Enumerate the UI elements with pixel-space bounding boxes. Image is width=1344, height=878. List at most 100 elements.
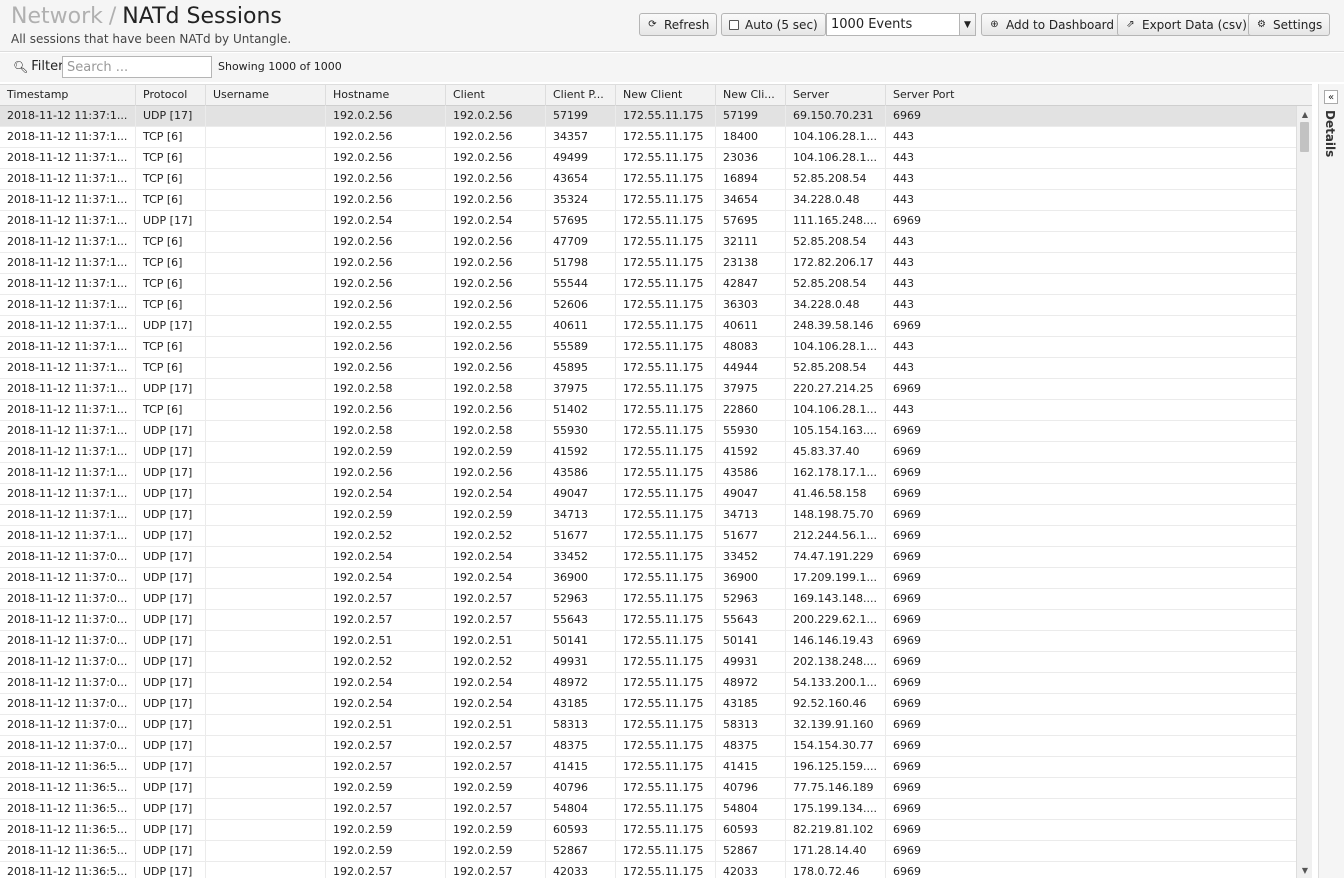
table-row[interactable]: 2018-11-12 11:37:1... UDP [17] 192.0.2.55 1… <box>0 316 1312 337</box>
cell-client: 192.0.2.56 <box>446 253 546 273</box>
cell-timestamp: 2018-11-12 11:37:1... <box>0 232 136 252</box>
refresh-button[interactable]: ⟳ Refresh <box>639 13 718 36</box>
cell-new-client-port: 36900 <box>716 568 786 588</box>
table-row[interactable]: 2018-11-12 11:37:1... UDP [17] 192.0.2.54 1… <box>0 211 1312 232</box>
table-row[interactable]: 2018-11-12 11:37:1... TCP [6] 192.0.2.56 19… <box>0 190 1312 211</box>
table-row[interactable]: 2018-11-12 11:37:1... TCP [6] 192.0.2.56 19… <box>0 295 1312 316</box>
cell-server: 248.39.58.146 <box>786 316 886 336</box>
column-header-client[interactable]: Client <box>446 85 546 106</box>
search-input[interactable] <box>62 56 212 78</box>
table-row[interactable]: 2018-11-12 11:37:1... TCP [6] 192.0.2.56 19… <box>0 232 1312 253</box>
table-row[interactable]: 2018-11-12 11:37:0... UDP [17] 192.0.2.54 1… <box>0 673 1312 694</box>
vertical-scrollbar[interactable]: ▲ ▼ <box>1296 106 1312 878</box>
table-row[interactable]: 2018-11-12 11:37:1... TCP [6] 192.0.2.56 19… <box>0 337 1312 358</box>
table-row[interactable]: 2018-11-12 11:37:1... UDP [17] 192.0.2.56 1… <box>0 463 1312 484</box>
cell-new-client: 172.55.11.175 <box>616 169 716 189</box>
cell-server-port: 6969 <box>893 382 921 395</box>
cell-protocol: TCP [6] <box>136 148 206 168</box>
table-row[interactable]: 2018-11-12 11:37:0... UDP [17] 192.0.2.54 1… <box>0 568 1312 589</box>
column-header-client-port[interactable]: Client P... <box>546 85 616 106</box>
cell-protocol: UDP [17] <box>136 694 206 714</box>
cell-protocol: UDP [17] <box>136 463 206 483</box>
table-row[interactable]: 2018-11-12 11:37:0... UDP [17] 192.0.2.51 1… <box>0 631 1312 652</box>
table-row[interactable]: 2018-11-12 11:37:0... UDP [17] 192.0.2.57 1… <box>0 610 1312 631</box>
table-row[interactable]: 2018-11-12 11:37:0... UDP [17] 192.0.2.54 1… <box>0 694 1312 715</box>
column-header-timestamp[interactable]: Timestamp <box>0 85 136 106</box>
cell-protocol: UDP [17] <box>136 841 206 861</box>
cell-new-client: 172.55.11.175 <box>616 442 716 462</box>
cell-new-client: 172.55.11.175 <box>616 232 716 252</box>
table-row[interactable]: 2018-11-12 11:37:1... TCP [6] 192.0.2.56 19… <box>0 400 1312 421</box>
cell-username <box>206 757 326 777</box>
auto-refresh-checkbox[interactable] <box>729 19 739 30</box>
details-panel[interactable]: « Details <box>1318 84 1344 878</box>
cell-hostname: 192.0.2.56 <box>326 463 446 483</box>
scrollbar-thumb[interactable] <box>1300 122 1309 152</box>
add-to-dashboard-button[interactable]: ⊕ Add to Dashboard <box>981 13 1123 36</box>
table-row[interactable]: 2018-11-12 11:36:5... UDP [17] 192.0.2.59 1… <box>0 778 1312 799</box>
column-header-server[interactable]: Server <box>786 85 886 106</box>
table-row[interactable]: 2018-11-12 11:37:1... TCP [6] 192.0.2.56 19… <box>0 148 1312 169</box>
table-row[interactable]: 2018-11-12 11:37:1... TCP [6] 192.0.2.56 19… <box>0 253 1312 274</box>
cell-server-port: 6969 <box>893 781 921 794</box>
column-header-new-client-port[interactable]: New Cli... <box>716 85 786 106</box>
cell-client: 192.0.2.52 <box>446 526 546 546</box>
table-row[interactable]: 2018-11-12 11:37:1... UDP [17] 192.0.2.58 1… <box>0 421 1312 442</box>
cell-new-client: 172.55.11.175 <box>616 841 716 861</box>
cell-new-client-port: 49047 <box>716 484 786 504</box>
cell-username <box>206 463 326 483</box>
table-row[interactable]: 2018-11-12 11:37:0... UDP [17] 192.0.2.54 1… <box>0 547 1312 568</box>
cell-server-port: 6969 <box>893 613 921 626</box>
cell-server: 41.46.58.158 <box>786 484 886 504</box>
table-row[interactable]: 2018-11-12 11:36:5... UDP [17] 192.0.2.59 1… <box>0 820 1312 841</box>
table-row[interactable]: 2018-11-12 11:36:5... UDP [17] 192.0.2.57 1… <box>0 757 1312 778</box>
table-row[interactable]: 2018-11-12 11:37:1... UDP [17] 192.0.2.52 1… <box>0 526 1312 547</box>
table-row[interactable]: 2018-11-12 11:37:1... UDP [17] 192.0.2.59 1… <box>0 442 1312 463</box>
table-row[interactable]: 2018-11-12 11:37:0... UDP [17] 192.0.2.51 1… <box>0 715 1312 736</box>
cell-client: 192.0.2.51 <box>446 715 546 735</box>
cell-server-port: 6969 <box>893 445 921 458</box>
expand-chevron-icon[interactable]: « <box>1324 90 1338 104</box>
cell-new-client-port: 41415 <box>716 757 786 777</box>
column-header-new-client[interactable]: New Client <box>616 85 716 106</box>
cell-new-client: 172.55.11.175 <box>616 610 716 630</box>
cell-client-port: 43654 <box>546 169 616 189</box>
table-row[interactable]: 2018-11-12 11:37:1... TCP [6] 192.0.2.56 19… <box>0 127 1312 148</box>
events-count-select[interactable]: 1000 Events ▼ <box>826 13 976 36</box>
table-row[interactable]: 2018-11-12 11:37:1... TCP [6] 192.0.2.56 19… <box>0 358 1312 379</box>
table-row[interactable]: 2018-11-12 11:36:5... UDP [17] 192.0.2.59 1… <box>0 841 1312 862</box>
cell-timestamp: 2018-11-12 11:36:5... <box>0 820 136 840</box>
cell-new-client-port: 32111 <box>716 232 786 252</box>
breadcrumb-network-link[interactable]: Network <box>11 4 103 29</box>
cell-new-client-port: 42847 <box>716 274 786 294</box>
cell-hostname: 192.0.2.57 <box>326 589 446 609</box>
scroll-down-icon[interactable]: ▼ <box>1297 864 1313 876</box>
table-row[interactable]: 2018-11-12 11:36:5... UDP [17] 192.0.2.57 1… <box>0 862 1312 878</box>
export-csv-button[interactable]: ⇗ Export Data (csv) <box>1117 13 1255 36</box>
table-row[interactable]: 2018-11-12 11:37:1... TCP [6] 192.0.2.56 19… <box>0 169 1312 190</box>
table-row[interactable]: 2018-11-12 11:37:0... UDP [17] 192.0.2.57 1… <box>0 589 1312 610</box>
column-header-username[interactable]: Username <box>206 85 326 106</box>
cell-client-port: 50141 <box>546 631 616 651</box>
table-row[interactable]: 2018-11-12 11:37:0... UDP [17] 192.0.2.52 1… <box>0 652 1312 673</box>
cell-client-port: 45895 <box>546 358 616 378</box>
chevron-down-icon[interactable]: ▼ <box>959 14 975 35</box>
column-header-protocol[interactable]: Protocol <box>136 85 206 106</box>
table-row[interactable]: 2018-11-12 11:37:1... TCP [6] 192.0.2.56 19… <box>0 274 1312 295</box>
cell-new-client: 172.55.11.175 <box>616 421 716 441</box>
cell-client-port: 34713 <box>546 505 616 525</box>
table-row[interactable]: 2018-11-12 11:37:1... UDP [17] 192.0.2.59 1… <box>0 505 1312 526</box>
cell-timestamp: 2018-11-12 11:36:5... <box>0 862 136 878</box>
table-row[interactable]: 2018-11-12 11:37:1... UDP [17] 192.0.2.56 1… <box>0 106 1312 127</box>
cell-username <box>206 526 326 546</box>
table-row[interactable]: 2018-11-12 11:37:0... UDP [17] 192.0.2.57 1… <box>0 736 1312 757</box>
cell-server-port: 6969 <box>893 697 921 710</box>
table-row[interactable]: 2018-11-12 11:37:1... UDP [17] 192.0.2.54 1… <box>0 484 1312 505</box>
column-header-hostname[interactable]: Hostname <box>326 85 446 106</box>
table-row[interactable]: 2018-11-12 11:36:5... UDP [17] 192.0.2.57 1… <box>0 799 1312 820</box>
table-row[interactable]: 2018-11-12 11:37:1... UDP [17] 192.0.2.58 1… <box>0 379 1312 400</box>
settings-button[interactable]: ⚙ Settings <box>1248 13 1331 36</box>
column-header-server-port[interactable]: Server Port <box>886 85 1296 106</box>
auto-refresh-toggle[interactable]: Auto (5 sec) <box>721 13 826 36</box>
scroll-up-icon[interactable]: ▲ <box>1297 108 1313 120</box>
